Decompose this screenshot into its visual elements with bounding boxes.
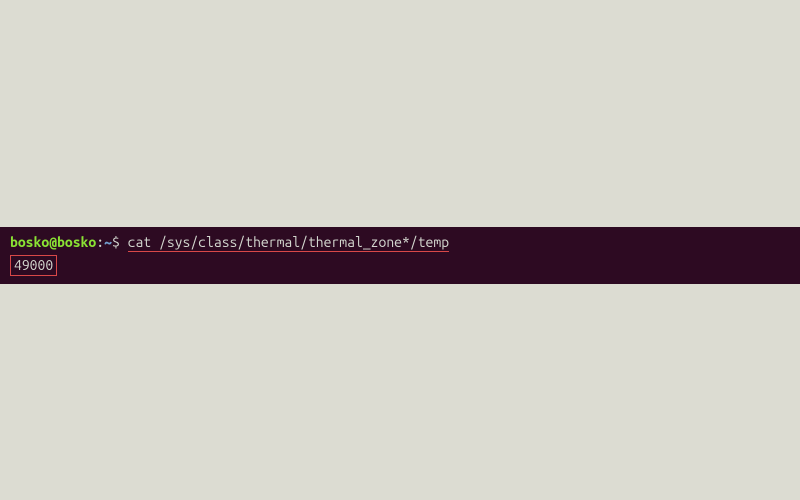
output-value: 49000 bbox=[10, 255, 57, 277]
prompt-user-host: bosko@bosko bbox=[10, 234, 96, 250]
prompt-symbol: $ bbox=[112, 234, 120, 250]
prompt-colon: : bbox=[96, 234, 104, 250]
prompt-line: bosko@bosko:~$ cat /sys/class/thermal/th… bbox=[10, 233, 790, 253]
terminal-window[interactable]: bosko@bosko:~$ cat /sys/class/thermal/th… bbox=[0, 227, 800, 284]
command-text: cat /sys/class/thermal/thermal_zone*/tem… bbox=[128, 234, 449, 252]
output-line: 49000 bbox=[10, 255, 790, 277]
prompt-path: ~ bbox=[104, 234, 112, 250]
